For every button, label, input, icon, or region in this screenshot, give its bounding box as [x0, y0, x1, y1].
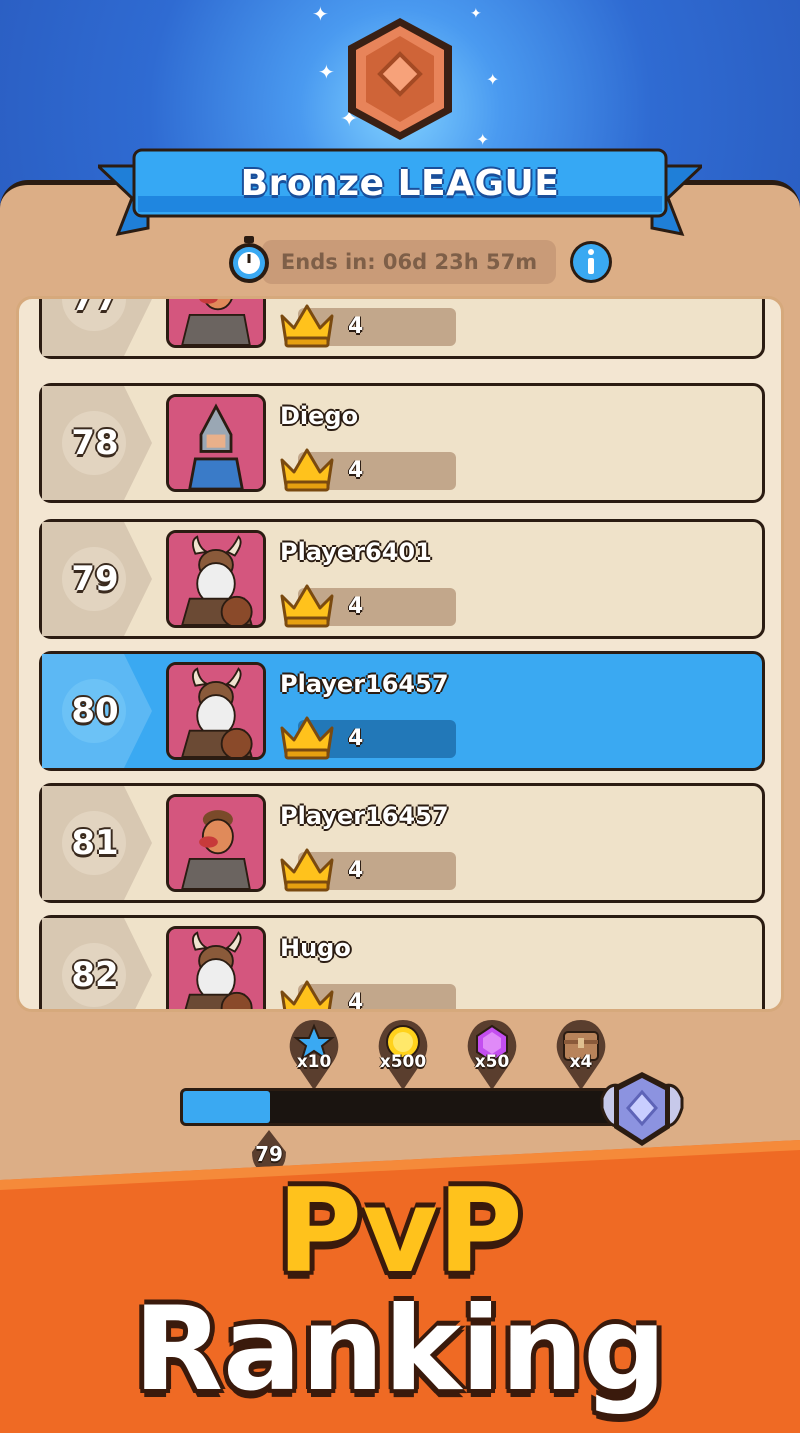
timer-text: Ends in: 06d 23h 57m: [280, 250, 538, 274]
next-league-shield-icon: [600, 1072, 684, 1146]
sparkle-icon: ✦: [470, 6, 482, 22]
stopwatch-icon: [229, 236, 269, 283]
leaderboard-row[interactable]: 81 Player16457 4: [39, 783, 765, 903]
player-avatar[interactable]: [166, 530, 266, 628]
player-name: Player6401: [280, 538, 432, 566]
crown-icon: [278, 714, 336, 762]
bronze-medal-icon: [348, 18, 452, 140]
leaderboard-row[interactable]: 82 Hugo 4: [39, 915, 765, 1012]
player-avatar[interactable]: [166, 299, 266, 348]
reward-amount: x50: [474, 1052, 510, 1072]
leaderboard-row-current-player[interactable]: 80 Player16457 4: [39, 651, 765, 771]
promo-title-pvp: PvP: [277, 1164, 523, 1299]
player-name: Player16457: [280, 670, 449, 698]
crown-icon: [278, 978, 336, 1009]
rank-number: 79: [71, 559, 119, 599]
player-avatar[interactable]: [166, 662, 266, 760]
trophy-score: 4: [348, 726, 364, 751]
reward-gem[interactable]: x50: [463, 1018, 521, 1092]
reward-amount: x500: [379, 1052, 427, 1072]
trophy-score: 4: [348, 594, 364, 619]
promo-title-ranking: Ranking: [133, 1282, 667, 1417]
rank-number: 77: [71, 296, 119, 319]
rank-number: 82: [71, 955, 119, 995]
player-name: Diego: [280, 402, 359, 430]
player-avatar[interactable]: [166, 394, 266, 492]
league-title: Bronze LEAGUE: [240, 163, 560, 204]
trophy-score: 4: [348, 858, 364, 883]
crown-icon: [278, 446, 336, 494]
crown-icon: [278, 302, 336, 350]
reward-coin[interactable]: x500: [374, 1018, 432, 1092]
sparkle-icon: ✦: [486, 70, 500, 89]
crown-icon: [278, 846, 336, 894]
leaderboard-row[interactable]: 79 Player6401 4: [39, 519, 765, 639]
rank-number: 78: [71, 423, 119, 463]
league-progress-fill: [183, 1091, 270, 1123]
info-button[interactable]: [569, 240, 613, 284]
trophy-score: 4: [348, 990, 364, 1012]
leaderboard-row[interactable]: 78 Diego 4: [39, 383, 765, 503]
rank-number: 81: [71, 823, 119, 863]
player-avatar[interactable]: [166, 794, 266, 892]
rank-number: 80: [71, 691, 119, 731]
leaderboard-list[interactable]: 77 4 78 Diego 4 79 Player6401 4 80 Player16457 4 81…: [16, 296, 784, 1012]
sparkle-icon: ✦: [318, 60, 335, 84]
sparkle-icon: ✦: [312, 2, 329, 26]
sparkle-icon: ✦: [476, 130, 490, 149]
crown-icon: [278, 582, 336, 630]
reward-star[interactable]: x10: [285, 1018, 343, 1092]
trophy-score: 4: [348, 314, 364, 339]
leaderboard-row[interactable]: 77 4: [39, 296, 765, 359]
reward-amount: x10: [296, 1052, 332, 1072]
player-name: Player16457: [280, 802, 449, 830]
trophy-score: 4: [348, 458, 364, 483]
player-name: Hugo: [280, 934, 351, 962]
player-avatar[interactable]: [166, 926, 266, 1009]
